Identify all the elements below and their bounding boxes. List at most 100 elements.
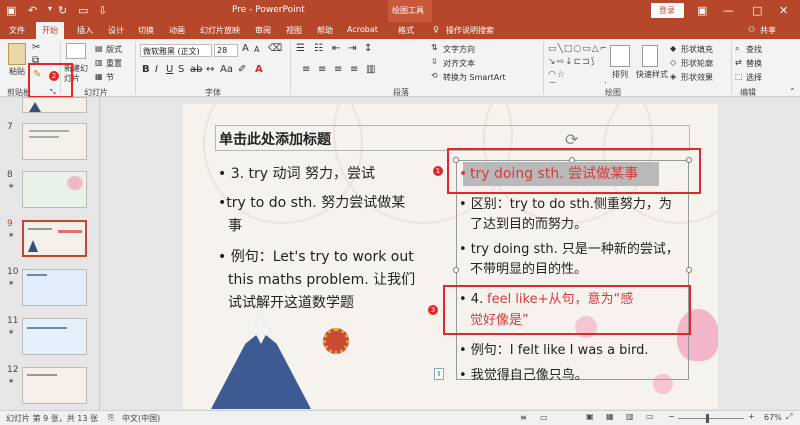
find-button[interactable]: 查找 bbox=[746, 44, 762, 55]
tab-review[interactable]: 审阅 bbox=[255, 25, 271, 36]
tab-slideshow[interactable]: 幻灯片放映 bbox=[200, 25, 240, 36]
share-icon[interactable]: ⚇ bbox=[748, 25, 755, 34]
tab-home[interactable]: 开始 bbox=[36, 22, 64, 39]
minimize-icon[interactable]: — bbox=[723, 4, 734, 17]
strikethrough-icon[interactable]: ab bbox=[190, 65, 202, 75]
slide-thumbnail-selected[interactable] bbox=[22, 220, 87, 257]
rotate-handle-icon[interactable]: ⟳ bbox=[565, 130, 578, 149]
undo-dropdown-icon[interactable]: ▾ bbox=[48, 4, 52, 13]
bold-icon[interactable]: B bbox=[142, 65, 150, 75]
change-case-icon[interactable]: Aa bbox=[220, 65, 233, 75]
decrease-indent-icon[interactable]: ⇤ bbox=[332, 44, 340, 54]
font-color-icon[interactable]: A bbox=[255, 65, 263, 75]
slideshow-view-icon[interactable]: ▭ bbox=[646, 412, 654, 421]
align-text-button[interactable]: 对齐文本 bbox=[443, 58, 475, 69]
tab-format[interactable]: 格式 bbox=[398, 25, 414, 36]
resize-handle[interactable] bbox=[686, 267, 692, 273]
clear-format-icon[interactable]: ⌫ bbox=[268, 44, 282, 54]
tab-file[interactable]: 文件 bbox=[9, 25, 25, 36]
collapse-ribbon-icon[interactable]: ⌃ bbox=[789, 87, 796, 97]
slide-thumbnail[interactable] bbox=[22, 367, 87, 404]
shape-outline-button[interactable]: 形状轮廓 bbox=[681, 58, 713, 69]
justify-icon[interactable]: ≡ bbox=[350, 65, 358, 75]
share-button[interactable]: 共享 bbox=[760, 25, 776, 36]
slide-thumbnail[interactable] bbox=[22, 97, 87, 113]
decrease-font-icon[interactable]: A bbox=[254, 45, 259, 55]
replace-button[interactable]: 替换 bbox=[746, 58, 762, 69]
shapes-gallery[interactable]: ▭╲□○▭△⌐⌐↘⇨↓⊏⊐⟆◠☆⌒◯△⊡⊙◁⎩⎭ bbox=[548, 43, 606, 83]
slide-thumbnail[interactable] bbox=[22, 171, 87, 208]
zoom-slider-thumb[interactable] bbox=[706, 414, 709, 423]
smartart-button[interactable]: 转换为 SmartArt bbox=[443, 72, 506, 83]
tab-transitions[interactable]: 切换 bbox=[138, 25, 154, 36]
undo-icon[interactable]: ↶ bbox=[28, 4, 37, 17]
increase-font-icon[interactable]: A bbox=[242, 44, 249, 54]
select-button[interactable]: 选择 bbox=[746, 72, 762, 83]
quick-styles-button[interactable]: 快速样式 bbox=[636, 69, 668, 80]
customize-toolbar-icon[interactable]: ⇩ bbox=[98, 4, 107, 17]
tab-design[interactable]: 设计 bbox=[108, 25, 124, 36]
animation-star-icon: ★ bbox=[8, 328, 15, 336]
slide-thumbnail[interactable] bbox=[22, 269, 87, 306]
numbering-icon[interactable]: ☷ bbox=[314, 44, 323, 54]
quick-styles-icon[interactable] bbox=[642, 45, 658, 67]
align-center-icon[interactable]: ≡ bbox=[318, 65, 326, 75]
char-spacing-icon[interactable]: ↔ bbox=[206, 65, 214, 75]
spellcheck-icon[interactable]: ⎘ bbox=[108, 413, 114, 423]
slide-thumbnail[interactable] bbox=[22, 123, 87, 160]
align-left-icon[interactable]: ≡ bbox=[302, 65, 310, 75]
tab-view[interactable]: 视图 bbox=[286, 25, 302, 36]
highlight-icon[interactable]: ✐ bbox=[238, 65, 246, 75]
slide-thumbnail[interactable] bbox=[22, 318, 87, 355]
tab-acrobat[interactable]: Acrobat bbox=[347, 25, 378, 34]
close-icon[interactable]: ✕ bbox=[779, 4, 788, 17]
paste-button[interactable]: 粘贴 bbox=[9, 66, 25, 77]
zoom-slider[interactable] bbox=[678, 418, 744, 419]
layout-button[interactable]: 版式 bbox=[106, 44, 122, 55]
bullets-icon[interactable]: ☰ bbox=[296, 44, 305, 54]
increase-indent-icon[interactable]: ⇥ bbox=[348, 44, 356, 54]
section-button[interactable]: 节 bbox=[106, 72, 114, 83]
shadow-icon[interactable]: S bbox=[178, 65, 184, 75]
font-size-combo[interactable]: 28 bbox=[214, 44, 238, 57]
italic-icon[interactable]: I bbox=[155, 65, 158, 75]
comments-icon[interactable]: ▭ bbox=[540, 413, 548, 422]
columns-icon[interactable]: ▥ bbox=[366, 65, 375, 75]
arrange-button[interactable]: 排列 bbox=[612, 69, 628, 80]
shape-effects-icon: ◈ bbox=[670, 72, 677, 81]
new-slide-icon[interactable] bbox=[66, 43, 86, 59]
replace-icon: ⇄ bbox=[735, 58, 742, 67]
arrange-icon[interactable] bbox=[610, 45, 630, 67]
login-button[interactable]: 登录 bbox=[651, 3, 684, 18]
shape-effects-button[interactable]: 形状效果 bbox=[681, 72, 713, 83]
redo-icon[interactable]: ↻ bbox=[58, 4, 67, 17]
autofit-options-icon[interactable]: ⇕ bbox=[434, 368, 444, 380]
resize-handle[interactable] bbox=[453, 267, 459, 273]
maximize-icon[interactable]: □ bbox=[752, 4, 762, 17]
tell-me-search[interactable]: 操作说明搜索 bbox=[446, 25, 494, 36]
paste-icon[interactable] bbox=[8, 43, 26, 65]
slideshow-icon[interactable]: ▭ bbox=[78, 4, 88, 17]
tab-insert[interactable]: 插入 bbox=[77, 25, 93, 36]
normal-view-icon[interactable]: ▣ bbox=[586, 412, 594, 421]
save-icon[interactable]: ▣ bbox=[6, 4, 16, 17]
underline-icon[interactable]: U bbox=[166, 65, 173, 75]
shape-fill-button[interactable]: 形状填充 bbox=[681, 44, 713, 55]
text-direction-button[interactable]: 文字方向 bbox=[443, 44, 475, 55]
align-right-icon[interactable]: ≡ bbox=[334, 65, 342, 75]
zoom-level[interactable]: 67% bbox=[764, 413, 782, 422]
line-spacing-icon[interactable]: ↕ bbox=[364, 44, 372, 54]
cut-icon[interactable]: ✂ bbox=[32, 43, 40, 53]
tab-help[interactable]: 帮助 bbox=[317, 25, 333, 36]
ribbon-display-icon[interactable]: ▣ bbox=[697, 4, 707, 17]
tab-animations[interactable]: 动画 bbox=[169, 25, 185, 36]
zoom-in-icon[interactable]: + bbox=[748, 412, 755, 421]
reading-view-icon[interactable]: ▥ bbox=[626, 412, 634, 421]
fit-to-window-icon[interactable]: ⤢ bbox=[786, 412, 792, 422]
language-status[interactable]: 中文(中国) bbox=[122, 413, 160, 424]
zoom-out-icon[interactable]: − bbox=[668, 412, 675, 421]
notes-icon[interactable]: ≡ bbox=[520, 413, 527, 422]
reset-button[interactable]: 重置 bbox=[106, 58, 122, 69]
slide-sorter-icon[interactable]: ▦ bbox=[606, 412, 614, 421]
font-name-combo[interactable]: 微软雅黑 (正文) bbox=[140, 44, 212, 57]
